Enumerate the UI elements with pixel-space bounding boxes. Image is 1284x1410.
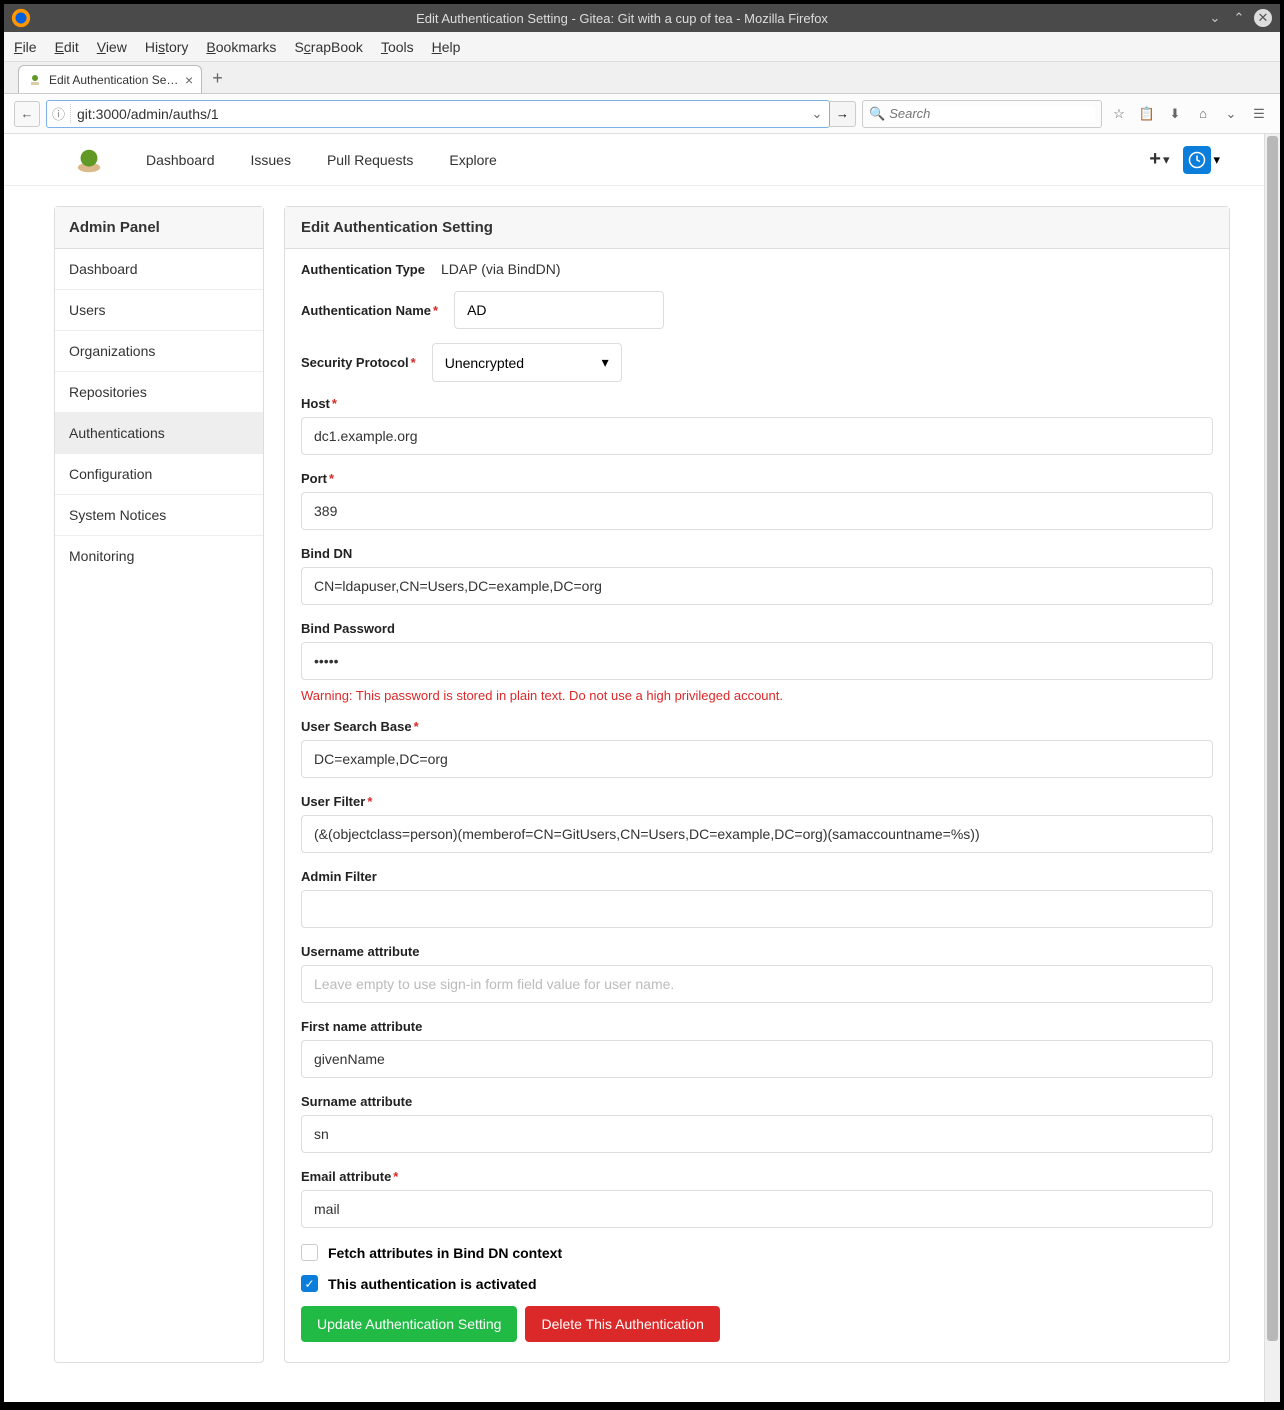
email-attr-label: Email attribute* xyxy=(301,1169,398,1184)
tab-title: Edit Authentication Sett... xyxy=(49,73,179,87)
sidebar-item-organizations[interactable]: Organizations xyxy=(55,331,263,372)
window-close-icon[interactable]: ✕ xyxy=(1254,9,1272,27)
new-tab-button[interactable]: + xyxy=(212,68,223,93)
window-titlebar: Edit Authentication Setting - Gitea: Git… xyxy=(4,4,1280,32)
sidebar-item-users[interactable]: Users xyxy=(55,290,263,331)
window-maximize-icon[interactable]: ⌃ xyxy=(1230,9,1248,27)
sidebar-item-configuration[interactable]: Configuration xyxy=(55,454,263,495)
menu-help[interactable]: Help xyxy=(432,39,461,55)
panel-title: Edit Authentication Setting xyxy=(285,207,1229,249)
urlbar: ← ⓘ ⌄ → 🔍 ☆ 📋 ⬇ ⌂ ⌄ ☰ xyxy=(4,94,1280,134)
url-dropdown-icon[interactable]: ⌄ xyxy=(805,106,829,122)
vertical-scrollbar[interactable] xyxy=(1264,134,1280,1402)
tab-close-icon[interactable]: × xyxy=(185,72,193,88)
gitea-favicon-icon xyxy=(27,72,43,88)
sidebar-item-monitoring[interactable]: Monitoring xyxy=(55,536,263,576)
search-box[interactable]: 🔍 xyxy=(862,100,1102,128)
caret-down-icon: ▾ xyxy=(1213,152,1220,168)
user-filter-input[interactable] xyxy=(301,815,1213,853)
search-icon: 🔍 xyxy=(869,106,885,122)
host-label: Host* xyxy=(301,396,337,411)
admin-filter-input[interactable] xyxy=(301,890,1213,928)
nav-pull-requests[interactable]: Pull Requests xyxy=(309,152,431,168)
update-button[interactable]: Update Authentication Setting xyxy=(301,1306,517,1342)
menu-view[interactable]: View xyxy=(97,39,127,55)
create-dropdown[interactable]: +▾ xyxy=(1149,148,1169,171)
sidebar-item-system-notices[interactable]: System Notices xyxy=(55,495,263,536)
first-name-attr-label: First name attribute xyxy=(301,1019,422,1034)
port-label: Port* xyxy=(301,471,334,486)
menu-edit[interactable]: Edit xyxy=(55,39,79,55)
port-input[interactable] xyxy=(301,492,1213,530)
bind-dn-label: Bind DN xyxy=(301,546,352,561)
hamburger-menu-icon[interactable]: ☰ xyxy=(1248,103,1270,125)
url-field[interactable]: ⓘ ⌄ xyxy=(46,100,830,128)
activated-label: This authentication is activated xyxy=(328,1276,537,1292)
security-protocol-dropdown[interactable]: Unencrypted ▾ xyxy=(432,343,622,382)
fetch-bind-dn-label: Fetch attributes in Bind DN context xyxy=(328,1245,562,1261)
edit-auth-panel: Edit Authentication Setting Authenticati… xyxy=(284,206,1230,1363)
delete-button[interactable]: Delete This Authentication xyxy=(525,1306,719,1342)
sidebar-item-authentications[interactable]: Authentications xyxy=(55,413,263,454)
back-button[interactable]: ← xyxy=(14,101,40,127)
gitea-navbar: Dashboard Issues Pull Requests Explore +… xyxy=(4,134,1280,186)
auth-type-label: Authentication Type xyxy=(301,262,425,277)
clipboard-icon[interactable]: 📋 xyxy=(1136,103,1158,125)
home-icon[interactable]: ⌂ xyxy=(1192,103,1214,125)
nav-explore[interactable]: Explore xyxy=(431,152,514,168)
username-attr-label: Username attribute xyxy=(301,944,419,959)
pocket-icon[interactable]: ⌄ xyxy=(1220,103,1242,125)
email-attr-input[interactable] xyxy=(301,1190,1213,1228)
surname-attr-label: Surname attribute xyxy=(301,1094,412,1109)
caret-down-icon: ▾ xyxy=(1163,152,1170,168)
menu-bookmarks[interactable]: Bookmarks xyxy=(206,39,276,55)
nav-issues[interactable]: Issues xyxy=(233,152,309,168)
bind-password-input[interactable] xyxy=(301,642,1213,680)
chevron-down-icon: ▾ xyxy=(602,354,609,371)
auth-name-label: Authentication Name* xyxy=(301,303,438,318)
nav-dashboard[interactable]: Dashboard xyxy=(128,152,233,168)
bookmark-star-icon[interactable]: ☆ xyxy=(1108,103,1130,125)
window-title: Edit Authentication Setting - Gitea: Git… xyxy=(38,11,1206,26)
auth-type-value: LDAP (via BindDN) xyxy=(441,261,561,277)
admin-sidebar: Admin Panel Dashboard Users Organization… xyxy=(54,206,264,1363)
bind-dn-input[interactable] xyxy=(301,567,1213,605)
firefox-icon xyxy=(10,7,32,29)
menu-scrapbook[interactable]: ScrapBook xyxy=(294,39,363,55)
menu-file[interactable]: File xyxy=(14,39,37,55)
browser-tab[interactable]: Edit Authentication Sett... × xyxy=(18,65,202,93)
sidebar-item-dashboard[interactable]: Dashboard xyxy=(55,249,263,290)
user-dropdown[interactable]: ▾ xyxy=(1183,146,1220,174)
url-input[interactable] xyxy=(71,106,805,122)
bind-password-warning: Warning: This password is stored in plai… xyxy=(301,688,1213,703)
downloads-icon[interactable]: ⬇ xyxy=(1164,103,1186,125)
sidebar-item-repositories[interactable]: Repositories xyxy=(55,372,263,413)
activated-checkbox[interactable]: ✓ xyxy=(301,1275,318,1292)
go-button[interactable]: → xyxy=(830,101,856,127)
site-info-icon[interactable]: ⓘ xyxy=(47,104,71,123)
menu-tools[interactable]: Tools xyxy=(381,39,414,55)
tabbar: Edit Authentication Sett... × + xyxy=(4,62,1280,94)
search-input[interactable] xyxy=(889,106,1095,121)
user-filter-label: User Filter* xyxy=(301,794,372,809)
security-protocol-value: Unencrypted xyxy=(445,355,524,371)
fetch-bind-dn-checkbox[interactable] xyxy=(301,1244,318,1261)
user-search-base-label: User Search Base* xyxy=(301,719,419,734)
gitea-logo-icon[interactable] xyxy=(74,145,104,175)
username-attr-input[interactable] xyxy=(301,965,1213,1003)
window-minimize-icon[interactable]: ⌄ xyxy=(1206,9,1224,27)
user-search-base-input[interactable] xyxy=(301,740,1213,778)
sidebar-header: Admin Panel xyxy=(55,207,263,249)
avatar xyxy=(1183,146,1211,174)
admin-filter-label: Admin Filter xyxy=(301,869,377,884)
first-name-attr-input[interactable] xyxy=(301,1040,1213,1078)
bind-password-label: Bind Password xyxy=(301,621,395,636)
surname-attr-input[interactable] xyxy=(301,1115,1213,1153)
auth-name-input[interactable] xyxy=(454,291,664,329)
menubar: File Edit View History Bookmarks ScrapBo… xyxy=(4,32,1280,62)
menu-history[interactable]: History xyxy=(145,39,189,55)
host-input[interactable] xyxy=(301,417,1213,455)
security-protocol-label: Security Protocol* xyxy=(301,355,416,370)
